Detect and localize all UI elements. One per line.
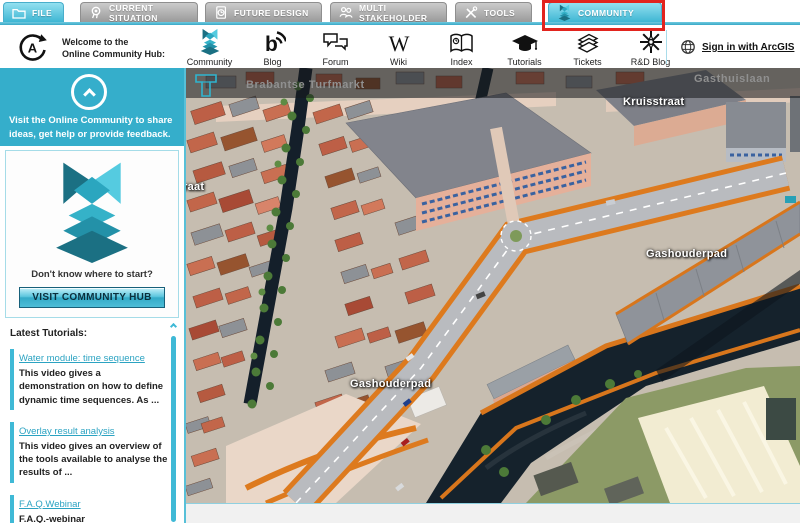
ribbon-item-blog[interactable]: b Blog — [241, 27, 304, 67]
svg-text:b: b — [265, 33, 278, 55]
folder-icon — [12, 7, 26, 19]
ribbon-item-rd-blog[interactable]: R&D Blog — [619, 27, 682, 67]
sidebar-intro-text: Visit the Online Community to share idea… — [0, 114, 184, 142]
ribbon-item-label: Tickets — [573, 57, 601, 67]
tutorial-item-partial — [10, 516, 14, 523]
tab-label: TOOLS — [484, 8, 515, 18]
ribbon-item-forum[interactable]: Forum — [304, 27, 367, 67]
application-window: FILE CURRENT SITUATION FUTURE DESIGN — [0, 0, 800, 523]
ribbon-item-wiki[interactable]: W Wiki — [367, 27, 430, 67]
tutorial-item: F.A.Q.Webinar F.A.Q.-webinar ... — [10, 494, 168, 523]
ribbon-item-community[interactable]: Community — [178, 27, 241, 67]
at-circle-arrow-icon: A — [17, 31, 49, 63]
ribbon-item-label: Tutorials — [507, 57, 541, 67]
ribbon-items: Community b Blog Forum W — [178, 27, 682, 67]
tab-underline — [0, 22, 800, 25]
ribbon-item-tutorials[interactable]: Tutorials — [493, 27, 556, 67]
svg-text:W: W — [388, 31, 409, 55]
globe-icon — [680, 39, 696, 55]
tab-label: FILE — [32, 8, 52, 18]
ribbon-item-label: Index — [450, 57, 472, 67]
bottom-status-strip — [186, 503, 800, 523]
ribbon-item-label: Forum — [322, 57, 348, 67]
tab-community[interactable]: COMMUNITY — [548, 2, 662, 22]
blog-icon: b — [260, 29, 286, 55]
collapse-chevron-button[interactable] — [71, 74, 107, 110]
document-clock-icon — [214, 6, 228, 19]
tab-tools[interactable]: TOOLS — [455, 2, 532, 22]
wiki-w-icon: W — [386, 31, 412, 55]
tutorial-item: Overlay result analysis This video gives… — [10, 421, 168, 480]
tab-future-design[interactable]: FUTURE DESIGN — [205, 2, 322, 22]
tutorial-description: F.A.Q.-webinar ... — [19, 513, 168, 523]
ribbon-item-label: Community — [187, 57, 233, 67]
tutorial-link[interactable]: F.A.Q.Webinar — [19, 499, 81, 510]
community-hub-card: Don't know where to start? VISIT COMMUNI… — [5, 150, 179, 318]
tickets-stack-icon — [574, 31, 602, 55]
seal-icon — [89, 6, 103, 19]
tutorial-description: This video gives a demonstration on how … — [19, 367, 168, 407]
tab-label: COMMUNITY — [578, 8, 634, 18]
tutorials-header: Latest Tutorials: — [10, 328, 168, 339]
map-3d-viewport[interactable]: Brabantse Turfmarkt Gasthuislaan Kruisst… — [186, 68, 800, 503]
chevron-up-icon — [170, 323, 177, 330]
book-index-icon — [448, 31, 475, 55]
community-sidebar: Visit the Online Community to share idea… — [0, 68, 186, 523]
tutorial-item: Water module: time sequence This video g… — [10, 348, 168, 407]
signin-arcgis[interactable]: Sign in with ArcGIS — [680, 39, 794, 55]
signin-label: Sign in with ArcGIS — [702, 42, 794, 53]
tab-label: CURRENT SITUATION — [109, 3, 189, 23]
ribbon-item-index[interactable]: Index — [430, 27, 493, 67]
community-logo-large — [46, 159, 138, 263]
tab-multi-stakeholder[interactable]: MULTI STAKEHOLDER — [330, 2, 447, 22]
ribbon-divider — [666, 30, 667, 64]
tab-file[interactable]: FILE — [3, 2, 64, 22]
tutorial-description: This video gives an overview of the tool… — [19, 440, 168, 480]
tutorial-link[interactable]: Water module: time sequence — [19, 353, 145, 364]
tygron-t-logo — [194, 72, 218, 98]
svg-text:A: A — [28, 41, 38, 56]
graduation-cap-icon — [511, 33, 539, 55]
visit-community-hub-button[interactable]: VISIT COMMUNITY HUB — [19, 287, 164, 308]
community-logo-icon — [557, 4, 572, 21]
community-ribbon: A Welcome to the Online Community Hub: C… — [0, 25, 800, 68]
people-icon — [339, 6, 353, 19]
main-tab-bar: FILE CURRENT SITUATION FUTURE DESIGN — [0, 0, 800, 22]
forum-bubbles-icon — [322, 31, 349, 55]
starburst-icon — [638, 29, 664, 55]
tools-icon — [464, 6, 478, 19]
ribbon-item-label: Wiki — [390, 57, 407, 67]
latest-tutorials-section: Latest Tutorials: Water module: time seq… — [0, 318, 184, 523]
ribbon-item-tickets[interactable]: Tickets — [556, 27, 619, 67]
hub-prompt-text: Don't know where to start? — [31, 269, 153, 280]
tutorial-link[interactable]: Overlay result analysis — [19, 426, 115, 437]
tutorials-scrollbar[interactable] — [171, 336, 176, 522]
tab-current-situation[interactable]: CURRENT SITUATION — [80, 2, 198, 22]
community-logo-icon — [198, 28, 222, 55]
ribbon-item-label: Blog — [263, 57, 281, 67]
ribbon-item-label: R&D Blog — [631, 57, 671, 67]
tab-label: MULTI STAKEHOLDER — [359, 3, 438, 23]
map-3d-render — [186, 68, 800, 503]
scroll-up-chevron[interactable] — [170, 322, 178, 330]
tab-label: FUTURE DESIGN — [234, 8, 309, 18]
sidebar-header: Visit the Online Community to share idea… — [0, 68, 184, 146]
chevron-up-icon — [83, 88, 96, 101]
welcome-text: Welcome to the Online Community Hub: — [62, 36, 172, 60]
